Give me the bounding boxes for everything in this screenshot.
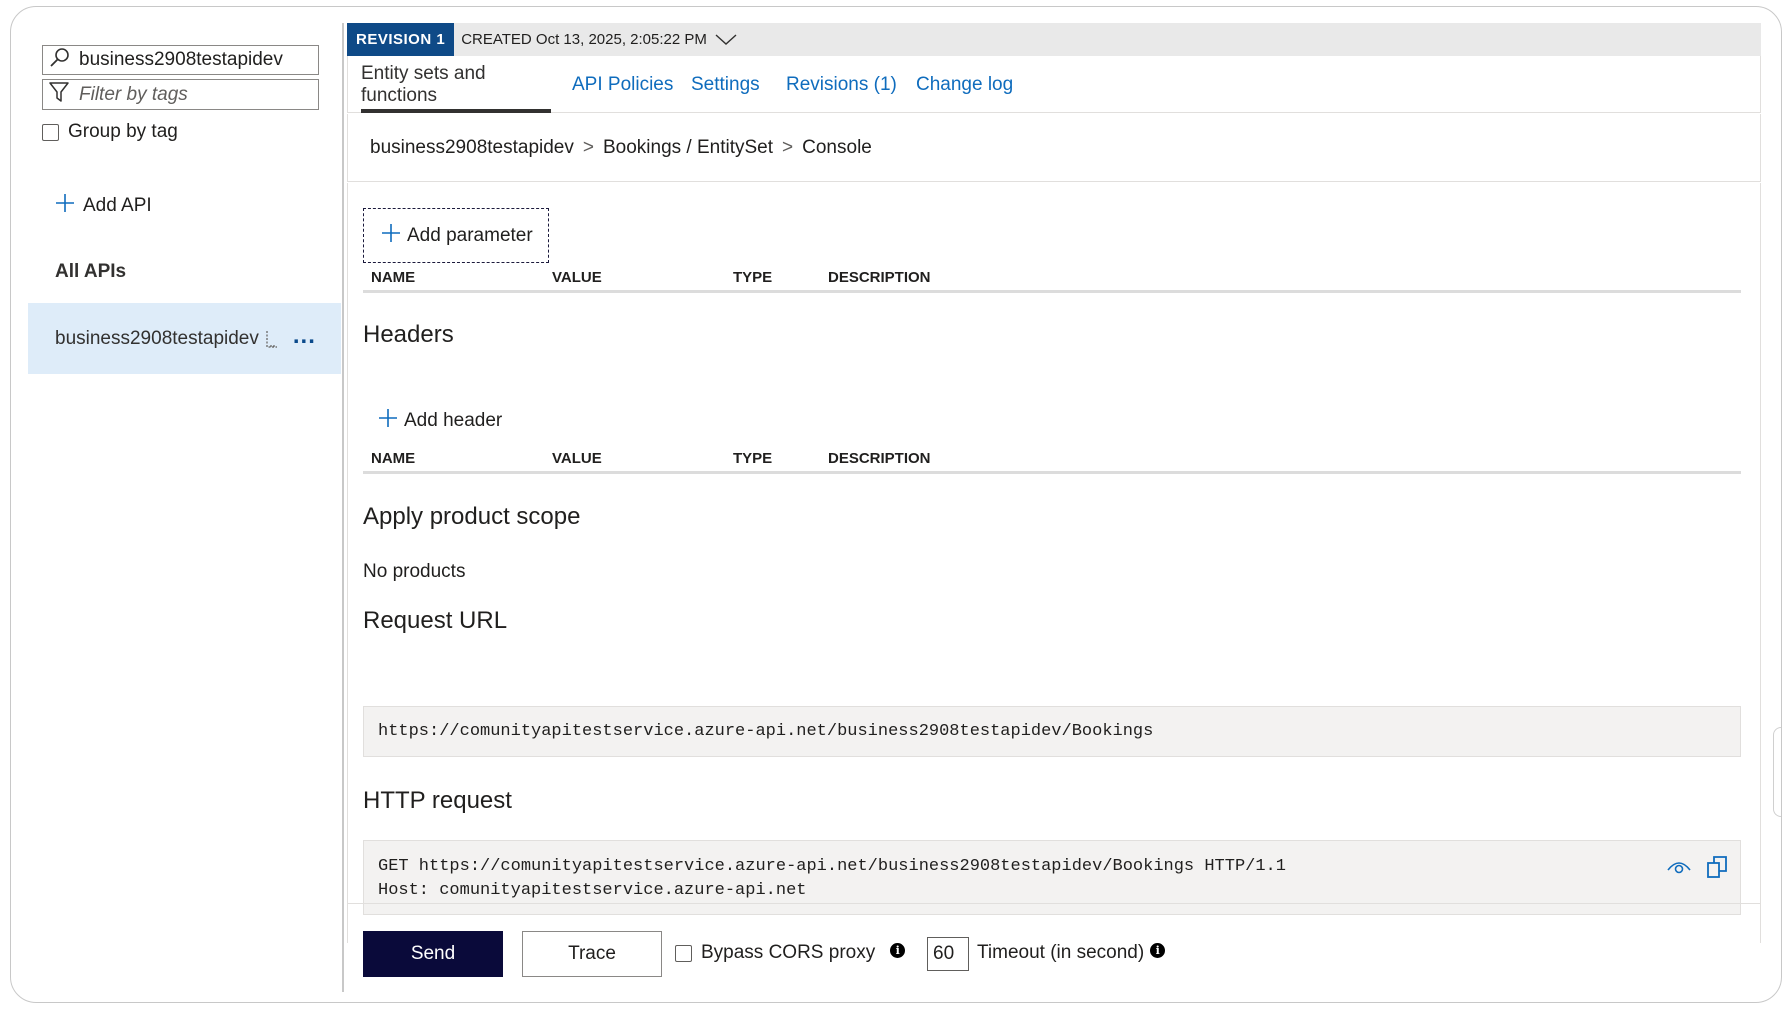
request-url-title: Request URL	[363, 607, 508, 634]
group-by-tag-checkbox[interactable]: Group by tag	[42, 121, 178, 143]
more-options-icon[interactable]: ...	[293, 323, 316, 347]
tab-api-policies[interactable]: API Policies	[572, 56, 673, 113]
timeout-input[interactable]: 60	[927, 937, 969, 971]
sidebar-divider	[342, 23, 344, 992]
request-url-box: https://comunityapitestservice.azure-api…	[363, 706, 1741, 757]
revision-bar: REVISION 1 CREATED Oct 13, 2025, 2:05:22…	[347, 23, 1761, 56]
sidebar: business2908testapidev Group by tag Add …	[11, 7, 341, 1002]
headers-title: Headers	[363, 321, 454, 348]
revision-created: CREATED Oct 13, 2025, 2:05:22 PM	[461, 31, 707, 48]
checkbox[interactable]	[42, 123, 59, 141]
column-description: DESCRIPTION	[828, 269, 931, 286]
breadcrumb-separator: >	[782, 136, 794, 158]
parameters-table-header: NAME VALUE TYPE DESCRIPTION	[363, 263, 1741, 293]
column-type: TYPE	[733, 269, 773, 286]
all-apis-heading: All APIs	[55, 261, 127, 282]
column-type: TYPE	[733, 450, 773, 467]
column-value: VALUE	[552, 269, 602, 286]
search-icon	[49, 47, 71, 74]
api-item-label: business2908testapidev	[55, 327, 259, 349]
column-description: DESCRIPTION	[828, 450, 931, 467]
http-host-line: Host: comunityapitestservice.azure-api.n…	[378, 881, 807, 900]
add-parameter-label: Add parameter	[407, 224, 533, 246]
filter-input-field[interactable]	[79, 83, 299, 106]
send-button[interactable]: Send	[363, 931, 503, 977]
add-header-button[interactable]: Add header	[378, 408, 502, 434]
tab-bar: Entity sets and functions API Policies S…	[347, 56, 1761, 113]
plus-icon	[381, 223, 401, 249]
revision-badge[interactable]: REVISION 1	[347, 23, 455, 56]
checkbox[interactable]	[675, 944, 692, 962]
breadcrumb: business2908testapidev > Bookings / Enti…	[347, 114, 1761, 182]
breadcrumb-operation[interactable]: Bookings / EntitySet	[603, 137, 773, 159]
tab-revisions[interactable]: Revisions (1)	[786, 56, 897, 113]
breadcrumb-console: Console	[802, 136, 872, 158]
trace-button[interactable]: Trace	[522, 931, 662, 977]
http-request-line: GET https://comunityapitestservice.azure…	[378, 857, 1286, 876]
product-scope-title: Apply product scope	[363, 503, 581, 530]
http-request-title: HTTP request	[363, 787, 512, 814]
api-list-item[interactable]: business2908testapidev ...	[28, 303, 341, 374]
add-api-button[interactable]: Add API	[55, 193, 152, 219]
info-icon[interactable]: i	[890, 942, 906, 958]
headers-table-header: NAME VALUE TYPE DESCRIPTION	[363, 444, 1741, 474]
breadcrumb-api[interactable]: business2908testapidev	[370, 137, 574, 159]
main-panel: REVISION 1 CREATED Oct 13, 2025, 2:05:22…	[347, 23, 1761, 993]
footer-divider	[347, 903, 1761, 904]
plus-icon	[55, 193, 75, 219]
search-value: business2908testapidev	[79, 49, 283, 70]
filter-by-tags-input[interactable]	[42, 79, 319, 110]
info-icon[interactable]: i	[1150, 942, 1166, 958]
add-header-label: Add header	[404, 410, 503, 431]
add-api-label: Add API	[83, 195, 152, 216]
eye-icon[interactable]	[1666, 858, 1692, 885]
filter-icon	[49, 81, 69, 108]
tab-settings[interactable]: Settings	[691, 56, 760, 113]
request-url-value: https://comunityapitestservice.azure-api…	[378, 722, 1154, 741]
column-name: NAME	[371, 450, 416, 467]
breadcrumb-separator: >	[582, 136, 594, 158]
api-type-icon	[265, 329, 279, 349]
column-name: NAME	[371, 269, 416, 286]
timeout-label: Timeout (in second)	[977, 942, 1145, 963]
chevron-down-icon[interactable]	[715, 33, 737, 47]
console-content: Add parameter NAME VALUE TYPE DESCRIPTIO…	[347, 183, 1761, 943]
tab-change-log[interactable]: Change log	[916, 56, 1013, 113]
timeout-label-group: Timeout (in second) i	[977, 942, 1166, 964]
copy-icon[interactable]	[1706, 855, 1728, 888]
tab-entity-sets[interactable]: Entity sets and functions	[361, 56, 551, 113]
search-input[interactable]: business2908testapidev	[42, 45, 319, 75]
http-request-actions	[1666, 855, 1728, 888]
plus-icon	[378, 408, 398, 434]
side-panel-handle[interactable]	[1773, 727, 1781, 817]
bypass-cors-checkbox[interactable]: Bypass CORS proxy i	[675, 942, 906, 964]
app-window: business2908testapidev Group by tag Add …	[10, 6, 1782, 1003]
bypass-cors-label: Bypass CORS proxy	[701, 942, 876, 963]
group-by-tag-label: Group by tag	[68, 121, 178, 142]
add-parameter-button[interactable]: Add parameter	[363, 208, 549, 263]
column-value: VALUE	[552, 450, 602, 467]
product-scope-value: No products	[363, 561, 466, 582]
